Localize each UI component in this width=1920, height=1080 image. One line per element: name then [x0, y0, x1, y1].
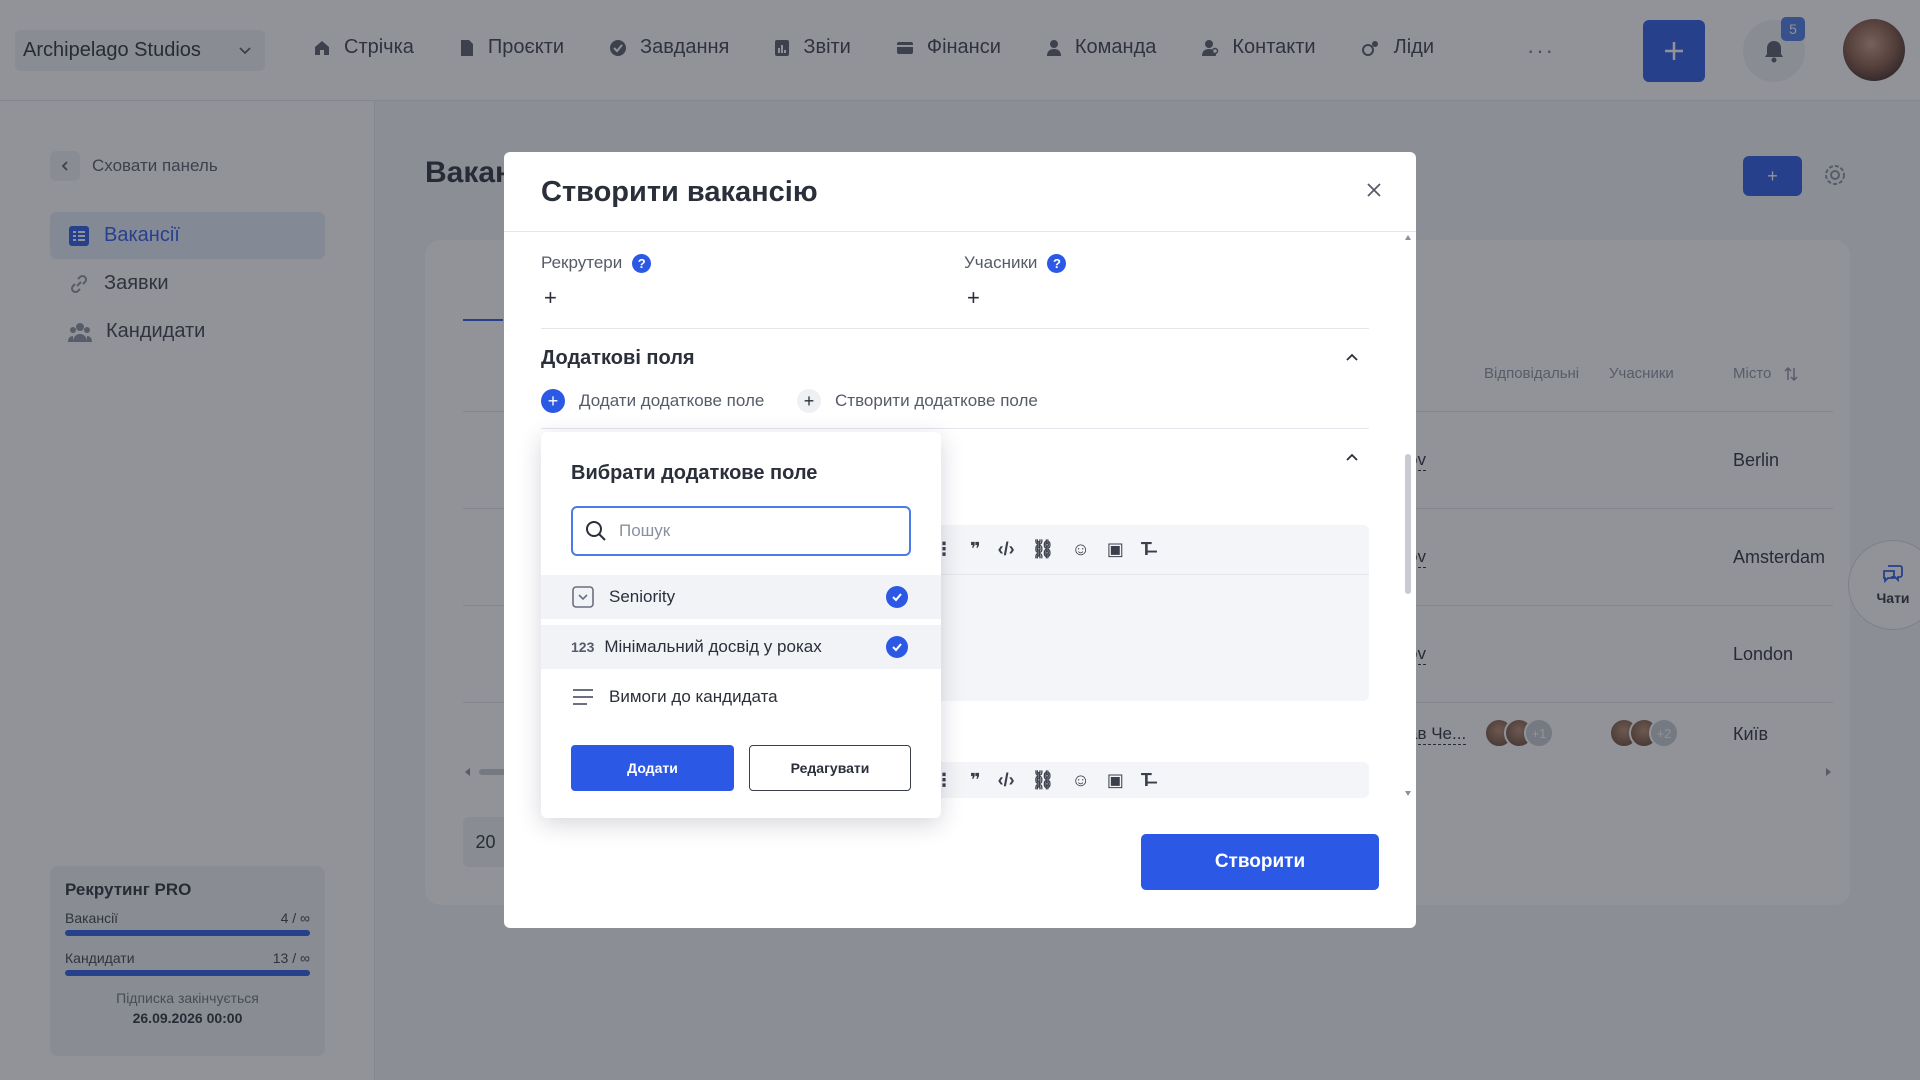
chevron-up-icon[interactable]: [1345, 351, 1359, 365]
select-icon: [571, 585, 595, 609]
image-icon[interactable]: ▣: [1107, 539, 1124, 560]
dropdown-option-min-experience[interactable]: 123 Мінімальний досвід у роках: [541, 625, 941, 669]
image-icon[interactable]: ▣: [1107, 770, 1124, 791]
create-button[interactable]: Створити: [1141, 834, 1379, 890]
chevron-up-icon[interactable]: [1345, 451, 1359, 465]
add-member-button[interactable]: +: [967, 285, 980, 311]
help-icon[interactable]: ?: [632, 253, 652, 273]
plus-icon: +: [797, 389, 821, 413]
add-recruiter-button[interactable]: +: [544, 285, 557, 311]
option-label: Seniority: [609, 587, 676, 606]
members-label: Учасники: [964, 253, 1038, 272]
option-label: Мінімальний досвід у роках: [604, 637, 822, 656]
editor-toolbar: ⋮ ❞ ‹/› ⛓ ☺ ▣ T̶: [931, 762, 1369, 798]
help-icon[interactable]: ?: [1047, 253, 1067, 273]
section-divider: [541, 428, 1369, 429]
modal-title: Створити вакансію: [541, 176, 818, 208]
text-lines-icon: [571, 685, 595, 709]
dropdown-title: Вибрати додаткове поле: [571, 462, 818, 484]
extra-fields-title: Додаткові поля: [541, 347, 695, 369]
number-icon: 123: [571, 639, 595, 655]
close-icon[interactable]: [1366, 182, 1382, 198]
rich-text-editor[interactable]: ⋮ ❞ ‹/› ⛓ ☺ ▣ T̶: [931, 525, 1369, 701]
checkmark-icon: [886, 586, 908, 608]
checkmark-icon: [886, 636, 908, 658]
dropdown-option-requirements[interactable]: Вимоги до кандидата: [541, 675, 941, 719]
dropdown-option-seniority[interactable]: Seniority: [541, 575, 941, 619]
clear-format-icon[interactable]: T̶: [1141, 770, 1152, 791]
search-input[interactable]: [619, 521, 889, 541]
recruiters-field-label: Рекрутери ?: [541, 253, 652, 273]
add-extra-field-label: Додати додаткове поле: [579, 391, 765, 410]
edit-button[interactable]: Редагувати: [749, 745, 911, 791]
rich-text-editor[interactable]: ⋮ ❞ ‹/› ⛓ ☺ ▣ T̶: [931, 762, 1369, 798]
add-button[interactable]: Додати: [571, 745, 734, 791]
create-extra-field-label: Створити додаткове поле: [835, 391, 1038, 410]
add-extra-field-button[interactable]: + Додати додаткове поле: [541, 389, 764, 413]
quote-icon[interactable]: ❞: [970, 539, 981, 560]
link-icon[interactable]: ⛓: [1032, 770, 1055, 791]
clear-format-icon[interactable]: T̶: [1141, 539, 1152, 560]
link-icon[interactable]: ⛓: [1032, 539, 1055, 560]
modal-divider: [504, 231, 1416, 232]
code-icon[interactable]: ‹/›: [998, 539, 1015, 560]
quote-icon[interactable]: ❞: [970, 770, 981, 791]
plus-icon: +: [541, 389, 565, 413]
vertical-scrollbar[interactable]: [1404, 234, 1412, 797]
create-extra-field-button[interactable]: + Створити додаткове поле: [797, 389, 1038, 413]
select-extra-field-dropdown: Вибрати додаткове поле Seniority 123 Мін…: [541, 432, 941, 818]
editor-toolbar: ⋮ ❞ ‹/› ⛓ ☺ ▣ T̶: [931, 525, 1369, 575]
search-icon: [585, 520, 607, 542]
members-field-label: Учасники ?: [964, 253, 1067, 273]
section-divider: [541, 328, 1369, 329]
search-field[interactable]: [571, 506, 911, 556]
code-icon[interactable]: ‹/›: [998, 770, 1015, 791]
emoji-icon[interactable]: ☺: [1071, 770, 1089, 791]
emoji-icon[interactable]: ☺: [1071, 539, 1089, 560]
recruiters-label: Рекрутери: [541, 253, 623, 272]
option-label: Вимоги до кандидата: [609, 687, 778, 706]
